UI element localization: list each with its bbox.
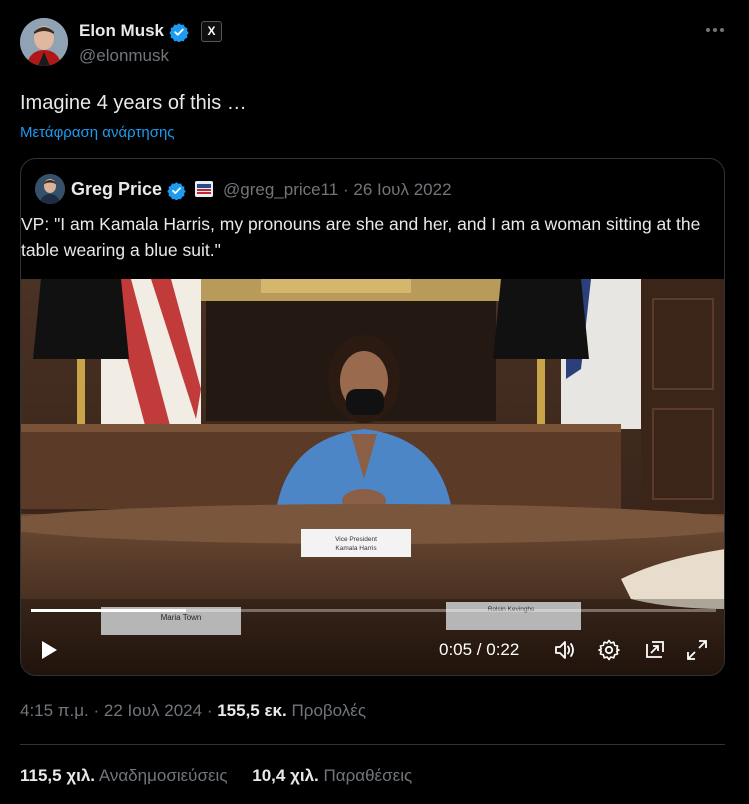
picture-in-picture-icon[interactable] [643,638,667,667]
meta-separator: · [93,701,100,720]
volume-icon[interactable] [553,638,577,667]
quoted-separator: · [342,180,349,199]
reposts-stat[interactable]: 115,5 χιλ. Αναδημοσιεύσεις [20,766,232,785]
author-avatar[interactable] [20,18,68,66]
quoted-handle: @greg_price11 [223,180,339,199]
quoted-author-avatar [35,174,65,204]
author-name[interactable]: Elon Musk [79,21,189,42]
quoted-meta: @greg_price11 · 26 Ιουλ 2022 [223,180,452,200]
quotes-label: Παραθέσεις [323,766,413,785]
quoted-tweet-card[interactable]: Greg Price @greg_price11 · 26 Ιουλ 2022 … [20,158,725,676]
post-date[interactable]: 22 Ιουλ 2024 [104,701,202,720]
quotes-stat[interactable]: 10,4 χιλ. Παραθέσεις [252,766,412,785]
affiliate-x-badge-icon[interactable]: X [201,21,222,42]
reposts-count: 115,5 χιλ. [20,766,96,785]
quoted-verified-badge-icon [167,181,186,200]
play-icon[interactable] [39,639,59,666]
post-meta: 4:15 π.μ. · 22 Ιουλ 2024 · 155,5 εκ. Προ… [20,701,366,721]
video-time: 0:05 / 0:22 [439,640,520,659]
video-frame: Vice President Kamala Harris Maria Town … [21,279,724,675]
engagement-stats: 115,5 χιλ. Αναδημοσιεύσεις 10,4 χιλ. Παρ… [20,766,412,786]
svg-text:Vice President: Vice President [335,536,377,543]
fullscreen-icon[interactable] [685,638,709,667]
quoted-author-name: Greg Price [71,179,186,200]
reposts-label: Αναδημοσιεύσεις [98,766,228,785]
video-player[interactable]: Vice President Kamala Harris Maria Town … [21,279,724,675]
more-options-icon[interactable] [703,20,727,40]
views-label: Προβολές [291,701,367,720]
svg-text:Kamala Harris: Kamala Harris [335,545,377,552]
settings-gear-icon[interactable] [597,638,621,667]
tweet-text: Imagine 4 years of this … [20,92,247,114]
quoted-text-body: VP: "I am Kamala Harris, my pronouns are… [21,214,701,260]
meta-separator: · [206,701,213,720]
author-name-text: Elon Musk [79,21,165,40]
post-time[interactable]: 4:15 π.μ. [20,701,89,720]
views-count: 155,5 εκ. [217,701,287,720]
quoted-author-name-text: Greg Price [71,179,163,199]
affiliate-badge-icon [195,181,213,197]
video-progress-fill [31,609,186,612]
translate-post-link[interactable]: Μετάφραση ανάρτησης [20,124,175,141]
author-handle[interactable]: @elonmusk [79,46,169,66]
quoted-date[interactable]: 26 Ιουλ 2022 [353,180,451,199]
divider [20,744,725,745]
verified-badge-icon [169,22,189,42]
quoted-text: VP: "I am Kamala Harris, my pronouns are… [21,211,701,263]
avatar-image [20,18,68,66]
quotes-count: 10,4 χιλ. [252,766,319,785]
